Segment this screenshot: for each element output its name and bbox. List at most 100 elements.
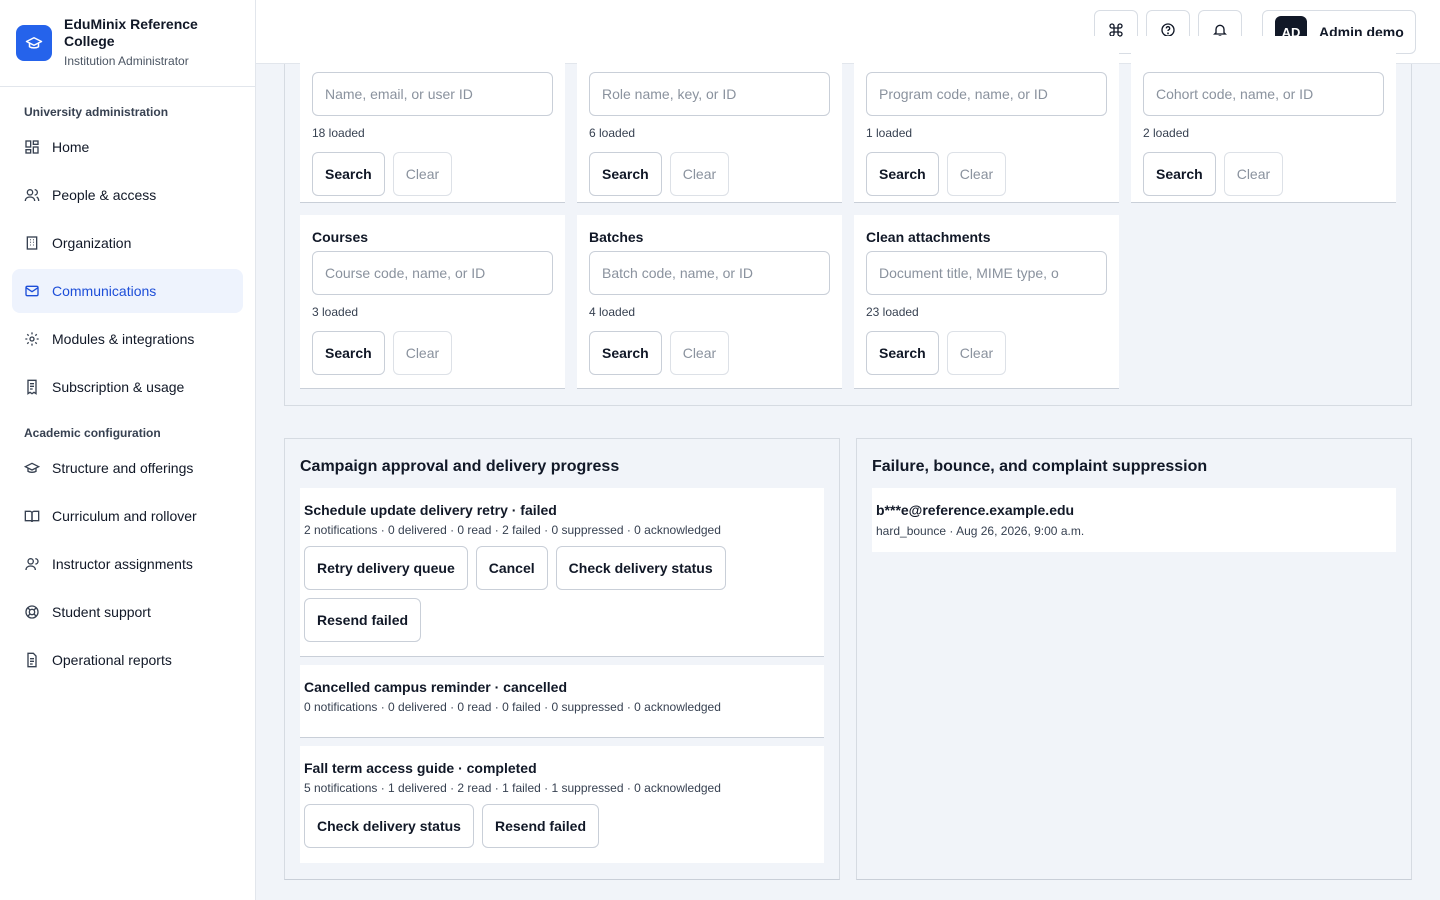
sidebar-item-home[interactable]: Home (12, 125, 243, 169)
loaded-count: 18 loaded (312, 126, 365, 140)
brand-name: EduMinix Reference College (64, 16, 198, 49)
building-icon (24, 235, 40, 251)
loaded-count: 23 loaded (866, 305, 919, 319)
sidebar-item-label: Student support (52, 604, 151, 620)
mail-icon (24, 283, 40, 299)
suppression-item: b***e@reference.example.edu hard_bounce … (872, 488, 1396, 552)
search-button[interactable]: Search (866, 152, 939, 196)
filter-card-roles: Role name, key, or ID 6 loaded Search Cl… (577, 36, 842, 203)
sidebar-item-curriculum-rollover[interactable]: Curriculum and rollover (12, 494, 243, 538)
search-button[interactable]: Search (1143, 152, 1216, 196)
clear-button[interactable]: Clear (669, 331, 730, 375)
campaign-title: Cancelled campus reminder · cancelled (304, 679, 567, 695)
receipt-icon (24, 379, 40, 395)
sidebar-item-label: Organization (52, 235, 132, 251)
campaign-stats: 0 notifications · 0 delivered · 0 read ·… (304, 700, 721, 714)
search-button[interactable]: Search (312, 331, 385, 375)
sidebar-item-modules-integrations[interactable]: Modules & integrations (12, 317, 243, 361)
clear-button[interactable]: Clear (392, 331, 453, 375)
sidebar-item-subscription-usage[interactable]: Subscription & usage (12, 365, 243, 409)
search-button[interactable]: Search (589, 152, 662, 196)
filter-card-batches: Batches Batch code, name, or ID 4 loaded… (577, 215, 842, 389)
person-icon (24, 556, 40, 572)
sidebar-item-student-support[interactable]: Student support (12, 590, 243, 634)
campaign-stats: 5 notifications · 1 delivered · 2 read ·… (304, 781, 721, 795)
retry-delivery-queue-button[interactable]: Retry delivery queue (304, 546, 468, 590)
filter-card-cohorts: Cohort code, name, or ID 2 loaded Search… (1131, 36, 1396, 203)
campaign-progress-panel: Campaign approval and delivery progress … (284, 438, 840, 880)
sidebar-item-instructor-assignments[interactable]: Instructor assignments (12, 542, 243, 586)
filter-title (866, 50, 1107, 67)
filter-title (589, 50, 830, 67)
sidebar-item-label: Operational reports (52, 652, 172, 668)
clear-button[interactable]: Clear (669, 152, 730, 196)
batches-search-input[interactable]: Batch code, name, or ID (589, 251, 830, 295)
suppression-panel: Failure, bounce, and complaint suppressi… (856, 438, 1412, 880)
nav-section-academic-configuration: Academic configuration (24, 426, 161, 440)
clear-button[interactable]: Clear (392, 152, 453, 196)
cohorts-search-input[interactable]: Cohort code, name, or ID (1143, 72, 1384, 116)
courses-search-input[interactable]: Course code, name, or ID (312, 251, 553, 295)
sidebar-item-label: People & access (52, 187, 157, 203)
filter-title (312, 50, 553, 67)
book-icon (24, 508, 40, 524)
loaded-count: 4 loaded (589, 305, 636, 319)
search-button[interactable]: Search (312, 152, 385, 196)
campaign-title: Schedule update delivery retry · failed (304, 502, 557, 518)
sidebar-item-label: Communications (52, 283, 157, 299)
panel-title: Failure, bounce, and complaint suppressi… (872, 458, 1208, 475)
sidebar-item-label: Curriculum and rollover (52, 508, 197, 524)
resend-failed-button[interactable]: Resend failed (481, 804, 599, 848)
sidebar-item-organization[interactable]: Organization (12, 221, 243, 265)
check-delivery-status-button[interactable]: Check delivery status (555, 546, 726, 590)
loaded-count: 3 loaded (312, 305, 359, 319)
filter-title: Courses (312, 229, 369, 245)
users-search-input[interactable]: Name, email, or user ID (312, 72, 553, 116)
brand-header: EduMinix Reference College Institution A… (0, 0, 255, 87)
roles-search-input[interactable]: Role name, key, or ID (589, 72, 830, 116)
sidebar-item-operational-reports[interactable]: Operational reports (12, 638, 243, 682)
campaign-item: Fall term access guide · completed 5 not… (300, 746, 824, 863)
search-filters: Name, email, or user ID 18 loaded Search… (284, 36, 1412, 406)
suppression-meta: hard_bounce · Aug 26, 2026, 9:00 a.m. (876, 524, 1085, 538)
sidebar-item-communications[interactable]: Communications (12, 269, 243, 313)
search-button[interactable]: Search (866, 331, 939, 375)
check-delivery-status-button[interactable]: Check delivery status (304, 804, 474, 848)
sidebar-item-structure-offerings[interactable]: Structure and offerings (12, 446, 243, 490)
sidebar-item-label: Instructor assignments (52, 556, 193, 572)
filter-card-courses: Courses Course code, name, or ID 3 loade… (300, 215, 565, 389)
programs-search-input[interactable]: Program code, name, or ID (866, 72, 1107, 116)
sidebar-item-label: Structure and offerings (52, 460, 194, 476)
suppressed-email: b***e@reference.example.edu (876, 502, 1075, 518)
campaign-item: Cancelled campus reminder · cancelled 0 … (300, 665, 824, 738)
gear-icon (24, 331, 40, 347)
home-icon (24, 139, 40, 155)
clear-button[interactable]: Clear (1223, 152, 1284, 196)
sidebar-item-label: Subscription & usage (52, 379, 185, 395)
filter-title: Batches (589, 229, 644, 245)
sidebar-item-label: Home (52, 139, 90, 155)
attachments-search-input[interactable]: Document title, MIME type, o (866, 251, 1107, 295)
sidebar-item-people-access[interactable]: People & access (12, 173, 243, 217)
graduation-cap-icon (24, 460, 40, 476)
sidebar: EduMinix Reference College Institution A… (0, 0, 256, 900)
campaign-stats: 2 notifications · 0 delivered · 0 read ·… (304, 523, 721, 537)
search-button[interactable]: Search (589, 331, 662, 375)
brand-role: Institution Administrator (64, 54, 189, 68)
loaded-count: 2 loaded (1143, 126, 1190, 140)
panel-title: Campaign approval and delivery progress (300, 458, 620, 475)
people-icon (24, 187, 40, 203)
resend-failed-button[interactable]: Resend failed (304, 598, 422, 642)
loaded-count: 6 loaded (589, 126, 636, 140)
cancel-button[interactable]: Cancel (475, 546, 548, 590)
document-icon (24, 652, 40, 668)
filter-card-clean-attachments: Clean attachments Document title, MIME t… (854, 215, 1119, 389)
clear-button[interactable]: Clear (946, 152, 1007, 196)
clear-button[interactable]: Clear (946, 331, 1007, 375)
loaded-count: 1 loaded (866, 126, 913, 140)
sidebar-item-label: Modules & integrations (52, 331, 195, 347)
filter-title (1143, 50, 1384, 67)
campaign-title: Fall term access guide · completed (304, 760, 537, 776)
filter-title: Clean attachments (866, 229, 991, 245)
filter-card-programs: Program code, name, or ID 1 loaded Searc… (854, 36, 1119, 203)
